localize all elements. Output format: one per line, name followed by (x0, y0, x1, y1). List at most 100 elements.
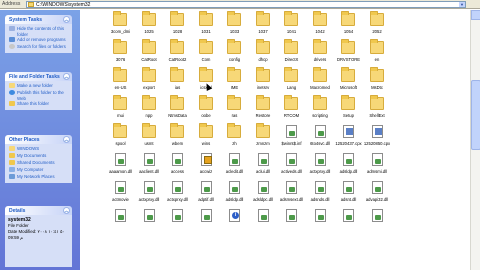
task-share-folder[interactable]: Share this folder (8, 101, 69, 108)
file-item[interactable] (163, 206, 192, 234)
file-item[interactable]: adsnds.dll (306, 178, 335, 206)
folder-item[interactable]: 1042 (306, 10, 335, 38)
place-my-documents[interactable]: My Documents (8, 153, 69, 160)
folder-item[interactable]: scripting (306, 94, 335, 122)
file-folder-tasks-header[interactable]: File and Folder Tasks ︽ (5, 72, 72, 81)
folder-item[interactable]: Setup (334, 94, 363, 122)
folder-item[interactable]: Macromed (306, 66, 335, 94)
file-item[interactable]: actmovie (106, 178, 135, 206)
file-item[interactable] (106, 206, 135, 234)
folder-item[interactable]: npp (135, 94, 164, 122)
folder-item[interactable]: 3076 (106, 38, 135, 66)
collapse-icon[interactable]: ︽ (63, 16, 70, 23)
file-item[interactable]: 12520437.cpx (334, 122, 363, 150)
folder-item[interactable]: ShellExt (363, 94, 392, 122)
file-item[interactable]: $winnt$.inf (277, 122, 306, 150)
folder-item[interactable]: 3com_dmi (106, 10, 135, 38)
folder-item[interactable]: ras (220, 94, 249, 122)
file-item[interactable] (220, 206, 249, 234)
place-my-network[interactable]: My Network Places (8, 174, 69, 181)
collapse-icon[interactable]: ︽ (63, 207, 70, 214)
place-shared-documents[interactable]: Shared Documents (8, 160, 69, 167)
address-field[interactable]: C:\WINDOWS\system32 ▼ (26, 1, 466, 8)
folder-item[interactable]: 1028 (163, 10, 192, 38)
file-item[interactable]: access (163, 150, 192, 178)
folder-item[interactable]: Restore (249, 94, 278, 122)
folder-item[interactable]: 1031 (192, 10, 221, 38)
folder-item[interactable]: export (135, 66, 164, 94)
file-item[interactable]: adptif.dll (192, 178, 221, 206)
folder-item[interactable]: Com (192, 38, 221, 66)
file-item[interactable]: aaclient.dll (135, 150, 164, 178)
chevron-down-icon[interactable]: ▼ (459, 2, 465, 7)
folder-item[interactable]: oobe (192, 94, 221, 122)
file-item[interactable]: activeds.dll (277, 150, 306, 178)
folder-item[interactable]: NtmsData (163, 94, 192, 122)
file-item[interactable]: advapi32.dll (363, 178, 392, 206)
folder-item[interactable]: Microsoft (334, 66, 363, 94)
file-item[interactable] (363, 206, 392, 234)
folder-item[interactable]: 2052 (363, 10, 392, 38)
folder-item[interactable]: 1033 (220, 10, 249, 38)
file-item[interactable]: accwiz (192, 150, 221, 178)
file-item[interactable]: admsmi.dll (363, 150, 392, 178)
folder-item[interactable]: CatRoot2 (163, 38, 192, 66)
folder-item[interactable]: ias (163, 66, 192, 94)
scroll-up-button[interactable] (471, 10, 480, 20)
file-item[interactable]: adsldp.dll (334, 150, 363, 178)
collapse-icon[interactable]: ︽ (63, 136, 70, 143)
folder-item[interactable]: zh (220, 122, 249, 150)
file-item[interactable]: 6to4svc.dll (306, 122, 335, 150)
folder-item[interactable]: spool (106, 122, 135, 150)
vertical-scrollbar[interactable] (470, 10, 480, 270)
collapse-icon[interactable]: ︽ (63, 73, 70, 80)
file-item[interactable] (334, 206, 363, 234)
folder-item[interactable]: drivers (306, 38, 335, 66)
task-hide-contents[interactable]: Hide the contents of this folder (8, 26, 69, 37)
other-places-header[interactable]: Other Places ︽ (5, 135, 72, 144)
details-header[interactable]: Details ︽ (5, 206, 72, 215)
folder-item[interactable]: inetsrv (249, 66, 278, 94)
file-item[interactable]: actxprxy.dll (306, 150, 335, 178)
folder-item[interactable]: 1037 (249, 10, 278, 38)
system-tasks-header[interactable]: System Tasks ︽ (5, 15, 72, 24)
file-item[interactable]: adsldp.dll (220, 178, 249, 206)
file-item[interactable]: adsnt.dll (334, 178, 363, 206)
task-new-folder[interactable]: Make a new folder (8, 83, 69, 90)
file-item[interactable] (192, 206, 221, 234)
folder-item[interactable]: zmnzm (249, 122, 278, 150)
folder-item[interactable]: config (220, 38, 249, 66)
file-item[interactable]: aclui.dll (249, 150, 278, 178)
file-item[interactable] (135, 206, 164, 234)
scroll-thumb[interactable] (471, 80, 480, 150)
folder-item[interactable]: usmt (135, 122, 164, 150)
task-add-remove-programs[interactable]: Add or remove programs (8, 37, 69, 44)
folder-item[interactable]: CatRoot (135, 38, 164, 66)
file-item[interactable]: acledit.dll (220, 150, 249, 178)
folder-item[interactable]: MsDtc (363, 66, 392, 94)
folder-item[interactable]: DirectX (277, 38, 306, 66)
folder-item[interactable]: 1041 (277, 10, 306, 38)
file-item[interactable] (277, 206, 306, 234)
folder-item[interactable]: Lang (277, 66, 306, 94)
folder-item[interactable]: DRVSTORE (334, 38, 363, 66)
place-my-computer[interactable]: My Computer (8, 167, 69, 174)
folder-item[interactable]: dhcp (249, 38, 278, 66)
folder-item[interactable]: IME (220, 66, 249, 94)
file-item[interactable]: actxprxy.dll (135, 178, 164, 206)
folder-item[interactable]: mui (106, 94, 135, 122)
file-item[interactable]: adsmsext.dll (277, 178, 306, 206)
folder-item[interactable]: en-US (106, 66, 135, 94)
folder-item[interactable]: RTCOM (277, 94, 306, 122)
place-windows[interactable]: WINDOWS (8, 146, 69, 153)
file-item[interactable]: actxprxy.dll (163, 178, 192, 206)
file-item[interactable]: 12520850.cpx (363, 122, 392, 150)
folder-item[interactable]: 1025 (135, 10, 164, 38)
folder-item[interactable]: wbem (163, 122, 192, 150)
task-search[interactable]: Search for files or folders (8, 44, 69, 51)
folder-item[interactable]: en (363, 38, 392, 66)
file-item[interactable]: aaaamon.dll (106, 150, 135, 178)
file-item[interactable]: adsldpc.dll (249, 178, 278, 206)
task-publish-web[interactable]: Publish this folder to the Web (8, 90, 69, 101)
folder-item[interactable]: wins (192, 122, 221, 150)
